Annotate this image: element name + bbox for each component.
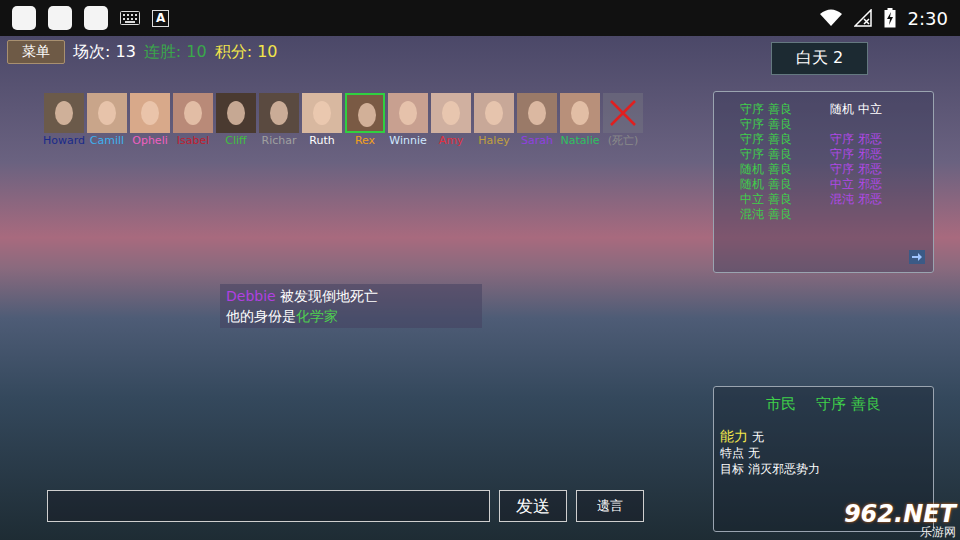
role-entry: 守序 邪恶 <box>830 147 882 162</box>
player-name: Amy <box>439 133 464 148</box>
player-portrait[interactable] <box>517 93 557 133</box>
menu-button[interactable]: 菜单 <box>7 40 65 64</box>
player[interactable]: Sarah <box>517 93 557 148</box>
player-portrait[interactable] <box>560 93 600 133</box>
role-entry: 守序 善良 <box>740 132 792 147</box>
chat-input[interactable] <box>47 490 490 522</box>
role-entry: 守序 善良 <box>740 102 792 117</box>
notification-badge: A <box>152 10 169 27</box>
player-name: Ruth <box>309 133 334 148</box>
player[interactable]: Cliff <box>216 93 256 148</box>
player-name: Rex <box>355 133 375 148</box>
roles-panel: 守序 善良守序 善良守序 善良守序 善良随机 善良随机 善良中立 善良混沌 善良… <box>713 91 934 273</box>
player-name: Cliff <box>225 133 246 148</box>
player-portrait[interactable] <box>388 93 428 133</box>
role-entry: 中立 邪恶 <box>830 177 882 192</box>
keyboard-icon <box>120 11 140 25</box>
player-portrait[interactable] <box>259 93 299 133</box>
role-entry: 守序 邪恶 <box>830 162 882 177</box>
player[interactable]: Opheli <box>130 93 170 148</box>
player[interactable]: Isabel <box>173 93 213 148</box>
announcement: Debbie被发现倒地死亡他的身份是化学家 <box>220 284 482 328</box>
player-name: Winnie <box>389 133 426 148</box>
cross-icon <box>608 98 638 128</box>
app-icon <box>84 6 108 30</box>
player[interactable]: Natalie <box>560 93 600 148</box>
role-entry: 守序 善良 <box>740 117 792 132</box>
player-portrait[interactable] <box>431 93 471 133</box>
player-name: (死亡) <box>608 133 639 148</box>
stat: 场次: 13 <box>73 42 136 63</box>
role-alignment: 守序 善良 <box>816 395 881 414</box>
wifi-icon <box>820 9 842 27</box>
player-name: Natalie <box>561 133 600 148</box>
player[interactable]: Rex <box>345 93 385 148</box>
clock: 2:30 <box>908 8 948 29</box>
battery-icon <box>884 8 896 28</box>
player-list: Howard Camill Opheli Isabel Cliff Richar Ruth R… <box>44 93 713 148</box>
role-row: 能力 无 <box>720 428 927 445</box>
screen: A 2:30 菜单场次: 13 连胜: 10 积分: 10 Howard Camill Oph… <box>0 0 960 540</box>
player-portrait[interactable] <box>173 93 213 133</box>
player-portrait[interactable] <box>130 93 170 133</box>
player-portrait[interactable] <box>302 93 342 133</box>
role-entry: 守序 邪恶 <box>830 132 882 147</box>
will-button[interactable]: 遗言 <box>576 490 644 522</box>
player-name: Richar <box>262 133 297 148</box>
role-entry: 混沌 善良 <box>740 207 792 222</box>
player-portrait[interactable] <box>474 93 514 133</box>
player[interactable]: Camill <box>87 93 127 148</box>
watermark: 962.NET乐游网 <box>844 502 956 538</box>
role-entry: 混沌 邪恶 <box>830 192 882 207</box>
player-portrait[interactable] <box>44 93 84 133</box>
stat: 连胜: 10 <box>144 42 207 63</box>
player-portrait[interactable] <box>87 93 127 133</box>
player-name: Isabel <box>177 133 210 148</box>
arrow-icon[interactable] <box>909 250 925 264</box>
app-icon <box>48 6 72 30</box>
role-entry: 随机 善良 <box>740 162 792 177</box>
player[interactable]: Richar <box>259 93 299 148</box>
game-area: 菜单场次: 13 连胜: 10 积分: 10 Howard Camill Opheli Is… <box>0 36 960 540</box>
app-icon <box>12 6 36 30</box>
role-row: 目标 消灭邪恶势力 <box>720 461 927 477</box>
chat-bar: 发送遗言 <box>7 490 713 522</box>
player-portrait[interactable] <box>345 93 385 133</box>
header: 菜单场次: 13 连胜: 10 积分: 10 <box>7 39 713 65</box>
phase-label: 白天 2 <box>771 42 868 75</box>
role-entry: 随机 善良 <box>740 177 792 192</box>
player-name: Camill <box>90 133 124 148</box>
signal-icon <box>854 9 872 27</box>
player-name: Haley <box>478 133 509 148</box>
role-row: 特点 无 <box>720 445 927 461</box>
dead-slot <box>603 93 643 133</box>
player-name: Sarah <box>521 133 553 148</box>
player[interactable]: (死亡) <box>603 93 643 148</box>
role-title: 市民 <box>766 395 796 414</box>
player-name: Howard <box>43 133 85 148</box>
player-portrait[interactable] <box>216 93 256 133</box>
player[interactable]: Haley <box>474 93 514 148</box>
role-entry: 守序 善良 <box>740 147 792 162</box>
status-bar: A 2:30 <box>0 0 960 36</box>
player-name: Opheli <box>132 133 168 148</box>
player[interactable]: Amy <box>431 93 471 148</box>
send-button[interactable]: 发送 <box>499 490 567 522</box>
player[interactable]: Howard <box>44 93 84 148</box>
player[interactable]: Winnie <box>388 93 428 148</box>
role-entry: 中立 善良 <box>740 192 792 207</box>
role-entry: 随机 中立 <box>830 102 882 117</box>
player[interactable]: Ruth <box>302 93 342 148</box>
stat: 积分: 10 <box>215 42 278 63</box>
